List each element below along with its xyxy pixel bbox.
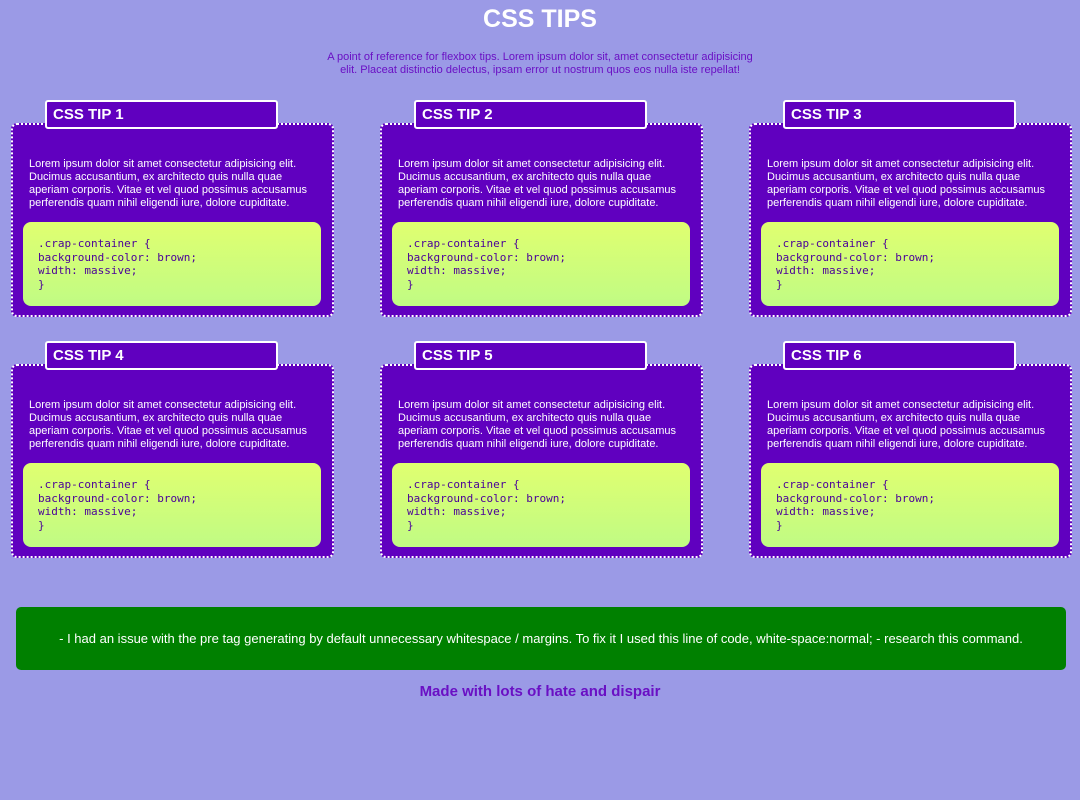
tip-body: Lorem ipsum dolor sit amet consectetur a…	[749, 364, 1072, 558]
code-line: background-color: brown;	[407, 250, 566, 264]
tip-description: Lorem ipsum dolor sit amet consectetur a…	[767, 158, 1045, 209]
tip-body: Lorem ipsum dolor sit amet consectetur a…	[11, 364, 334, 558]
code-line: }	[407, 277, 414, 291]
code-snippet: .crap-container { background-color: brow…	[23, 463, 321, 547]
code-line: .crap-container {	[776, 478, 889, 491]
code-line: width: massive;	[776, 264, 876, 277]
tip-body: Lorem ipsum dolor sit amet consectetur a…	[749, 123, 1072, 317]
code-line: .crap-container {	[776, 237, 889, 250]
tip-description: Lorem ipsum dolor sit amet consectetur a…	[29, 399, 307, 450]
tip-title: CSS TIP 3	[783, 100, 1016, 129]
tip-title: CSS TIP 2	[414, 100, 647, 129]
code-line: width: massive;	[38, 264, 138, 277]
tip-description: Lorem ipsum dolor sit amet consectetur a…	[398, 158, 676, 209]
intro-text: A point of reference for flexbox tips. L…	[327, 51, 753, 76]
page-title: CSS TIPS	[483, 5, 597, 33]
tip-title: CSS TIP 1	[45, 100, 278, 129]
tip-card: CSS TIP 4 Lorem ipsum dolor sit amet con…	[11, 341, 334, 558]
code-line: width: massive;	[407, 505, 507, 518]
code-line: width: massive;	[407, 264, 507, 277]
code-line: }	[407, 518, 414, 532]
note-banner: - I had an issue with the pre tag genera…	[16, 607, 1066, 670]
code-line: }	[776, 518, 783, 532]
tip-card: CSS TIP 3 Lorem ipsum dolor sit amet con…	[749, 100, 1072, 317]
tip-title: CSS TIP 5	[414, 341, 647, 370]
code-line: }	[38, 277, 45, 291]
tip-description: Lorem ipsum dolor sit amet consectetur a…	[29, 158, 307, 209]
code-snippet: .crap-container { background-color: brow…	[761, 222, 1059, 306]
tips-grid: CSS TIP 1 Lorem ipsum dolor sit amet con…	[11, 100, 1072, 558]
code-line: background-color: brown;	[776, 491, 935, 505]
code-line: .crap-container {	[407, 478, 520, 491]
code-snippet: .crap-container { background-color: brow…	[23, 222, 321, 306]
tip-body: Lorem ipsum dolor sit amet consectetur a…	[380, 123, 703, 317]
tip-card: CSS TIP 1 Lorem ipsum dolor sit amet con…	[11, 100, 334, 317]
code-line: width: massive;	[38, 505, 138, 518]
tip-card: CSS TIP 2 Lorem ipsum dolor sit amet con…	[380, 100, 703, 317]
code-line: width: massive;	[776, 505, 876, 518]
code-line: .crap-container {	[407, 237, 520, 250]
tip-card: CSS TIP 6 Lorem ipsum dolor sit amet con…	[749, 341, 1072, 558]
code-line: .crap-container {	[38, 478, 151, 491]
code-snippet: .crap-container { background-color: brow…	[392, 222, 690, 306]
code-snippet: .crap-container { background-color: brow…	[392, 463, 690, 547]
code-line: }	[38, 518, 45, 532]
tip-title: CSS TIP 4	[45, 341, 278, 370]
tip-title: CSS TIP 6	[783, 341, 1016, 370]
code-line: background-color: brown;	[38, 491, 197, 505]
code-snippet: .crap-container { background-color: brow…	[761, 463, 1059, 547]
tip-card: CSS TIP 5 Lorem ipsum dolor sit amet con…	[380, 341, 703, 558]
code-line: background-color: brown;	[407, 491, 566, 505]
footer-text: Made with lots of hate and dispair	[419, 683, 661, 700]
tip-description: Lorem ipsum dolor sit amet consectetur a…	[767, 399, 1045, 450]
code-line: .crap-container {	[38, 237, 151, 250]
code-line: background-color: brown;	[776, 250, 935, 264]
code-line: }	[776, 277, 783, 291]
tip-body: Lorem ipsum dolor sit amet consectetur a…	[11, 123, 334, 317]
tip-body: Lorem ipsum dolor sit amet consectetur a…	[380, 364, 703, 558]
code-line: background-color: brown;	[38, 250, 197, 264]
tip-description: Lorem ipsum dolor sit amet consectetur a…	[398, 399, 676, 450]
